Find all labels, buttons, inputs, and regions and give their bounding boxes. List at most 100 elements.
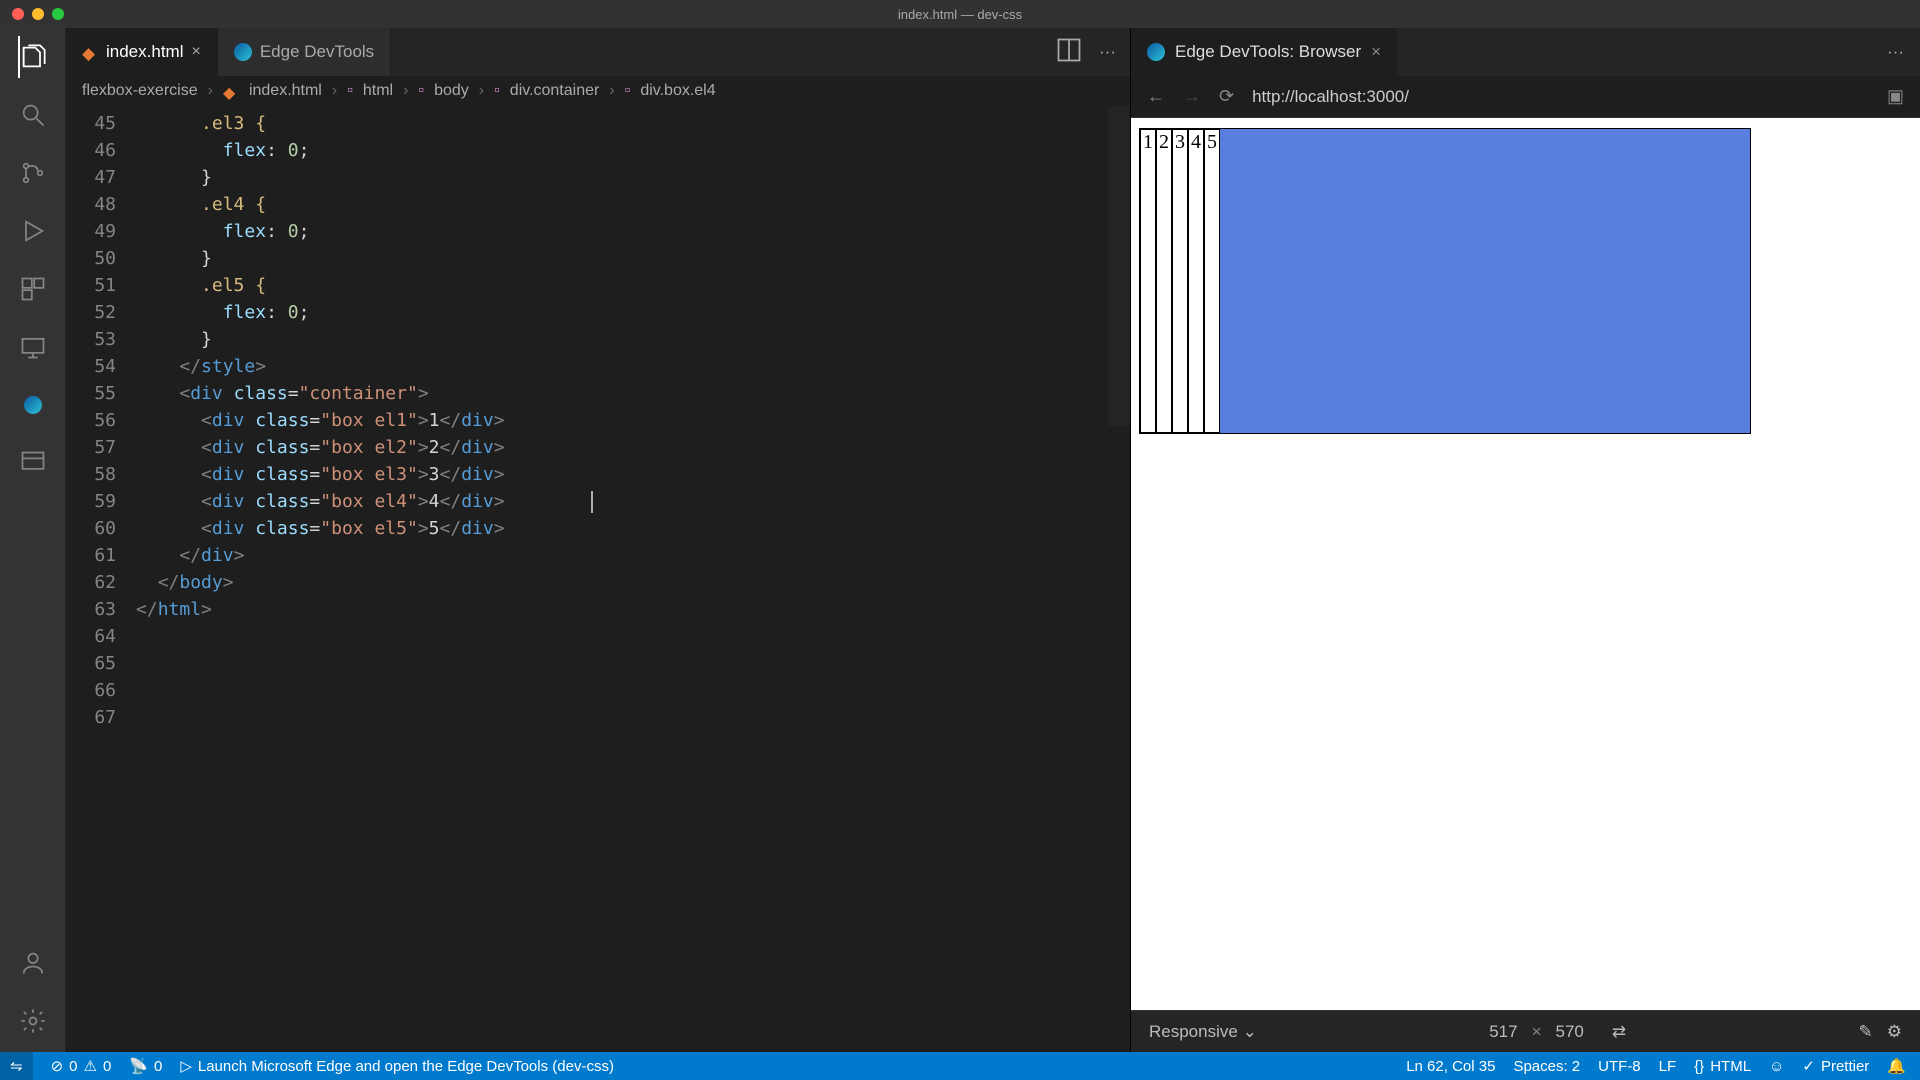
close-window-button[interactable] [12,8,24,20]
cursor-position[interactable]: Ln 62, Col 35 [1406,1058,1495,1075]
encoding[interactable]: UTF-8 [1598,1058,1641,1075]
tag-icon: ▫ [494,82,500,100]
flex-box: 1 [1140,129,1156,433]
viewport-height-input[interactable]: 570 [1556,1022,1584,1042]
tab-edge-devtools[interactable]: Edge DevTools [218,28,391,76]
problems-indicator[interactable]: ⊘0 ⚠0 [51,1057,112,1075]
chevron-right-icon: › [208,82,213,100]
breadcrumb-file[interactable]: index.html [249,82,322,100]
activity-bar [0,28,66,1052]
warning-count: 0 [103,1058,111,1075]
close-tab-icon[interactable]: × [191,43,200,61]
remote-explorer-icon[interactable] [18,332,48,362]
chevron-right-icon: › [403,82,408,100]
flex-box: 4 [1188,129,1204,433]
breadcrumb-project[interactable]: flexbox-exercise [82,82,198,100]
window-title: index.html — dev-css [898,7,1022,22]
launch-label: Launch Microsoft Edge and open the Edge … [198,1058,614,1075]
more-actions-icon[interactable]: ··· [1099,42,1116,62]
breadcrumb-node[interactable]: div.container [510,82,600,100]
chevron-right-icon: › [332,82,337,100]
edge-icon [234,43,252,61]
flex-box: 5 [1204,129,1220,433]
run-debug-icon[interactable] [18,216,48,246]
explorer-icon[interactable] [18,42,48,72]
device-toolbar: Responsive ⌄ 517 × 570 ⇄ ✎ ⚙ [1131,1010,1920,1052]
more-actions-icon[interactable]: ··· [1887,42,1904,62]
breadcrumb-node[interactable]: body [434,82,469,100]
port-count: 0 [154,1058,162,1075]
status-bar: ⇋ ⊘0 ⚠0 📡0 ▷ Launch Microsoft Edge and o… [0,1052,1920,1080]
times-icon: × [1532,1022,1542,1042]
flex-box: 2 [1156,129,1172,433]
editor-tabs: ◆ index.html × Edge DevTools ··· [66,28,1130,76]
editor-actions: ··· [1041,28,1130,76]
tab-label: Edge DevTools [260,42,374,62]
extensions-icon[interactable] [18,274,48,304]
url-input[interactable]: http://localhost:3000/ [1252,87,1869,107]
check-icon: ✓ [1802,1057,1815,1075]
html-file-icon: ◆ [223,83,239,99]
launch-task[interactable]: ▷ Launch Microsoft Edge and open the Edg… [180,1057,614,1075]
back-icon[interactable]: ← [1147,86,1165,107]
search-icon[interactable] [18,100,48,130]
viewport-width-input[interactable]: 517 [1489,1022,1517,1042]
play-icon: ▷ [180,1057,192,1075]
breadcrumbs[interactable]: flexbox-exercise › ◆ index.html › ▫ html… [66,76,1130,106]
edge-icon [1147,43,1165,61]
line-gutter: 4546474849505152535455565758596061626364… [66,106,136,1052]
source-control-icon[interactable] [18,158,48,188]
split-editor-icon[interactable] [1055,36,1083,69]
prettier-status[interactable]: ✓ Prettier [1802,1057,1869,1075]
remote-indicator[interactable]: ⇋ [0,1052,33,1080]
notifications-icon[interactable]: 🔔 [1887,1057,1906,1075]
reload-icon[interactable]: ⟳ [1219,86,1234,107]
code-content[interactable]: .el3 { flex: 0; } .el4 { flex: 0; } .el5… [136,106,1130,1052]
browser-toolbar: ← → ⟳ http://localhost:3000/ ▣ [1131,76,1920,118]
tab-label: Edge DevTools: Browser [1175,42,1361,62]
browser-preview[interactable]: 1 2 3 4 5 [1131,118,1920,1010]
chevron-down-icon: ⌄ [1243,1022,1257,1041]
tab-devtools-browser[interactable]: Edge DevTools: Browser × [1131,28,1397,76]
devtools-tab-actions: ··· [1871,28,1920,76]
copilot-icon[interactable]: ☺ [1769,1058,1784,1075]
tab-index-html[interactable]: ◆ index.html × [66,28,218,76]
edge-tools-icon[interactable] [18,390,48,420]
indentation[interactable]: Spaces: 2 [1513,1058,1580,1075]
ports-indicator[interactable]: 📡0 [129,1057,162,1075]
preview-viewport: 1 2 3 4 5 [1139,128,1751,434]
settings-gear-icon[interactable] [18,1006,48,1036]
devtools-tabs: Edge DevTools: Browser × ··· [1131,28,1920,76]
screenshot-icon[interactable]: ✎ [1859,1022,1873,1042]
html-file-icon: ◆ [82,44,98,60]
close-tab-icon[interactable]: × [1371,42,1381,62]
titlebar: index.html — dev-css [0,0,1920,28]
tag-icon: ▫ [418,82,424,100]
flex-container: 1 2 3 4 5 [1139,128,1751,434]
minimap[interactable] [1108,106,1130,426]
chevron-right-icon: › [609,82,614,100]
fullscreen-window-button[interactable] [52,8,64,20]
rotate-icon[interactable]: ⇄ [1612,1022,1626,1042]
main-layout: ◆ index.html × Edge DevTools ··· flexbox… [0,28,1920,1052]
braces-icon: {} [1694,1058,1704,1075]
language-mode[interactable]: {} HTML [1694,1058,1751,1075]
device-label: Responsive [1149,1022,1238,1041]
device-select[interactable]: Responsive ⌄ [1149,1022,1257,1042]
error-count: 0 [69,1058,77,1075]
tag-icon: ▫ [625,82,631,100]
tag-icon: ▫ [347,82,353,100]
forward-icon[interactable]: → [1183,86,1201,107]
accounts-icon[interactable] [18,948,48,978]
breadcrumb-node[interactable]: html [363,82,393,100]
eol[interactable]: LF [1659,1058,1677,1075]
window-controls [12,8,64,20]
live-preview-icon[interactable] [18,448,48,478]
language-label: HTML [1710,1058,1751,1075]
breadcrumb-node[interactable]: div.box.el4 [640,82,715,100]
minimize-window-button[interactable] [32,8,44,20]
warning-icon: ⚠ [84,1057,97,1075]
code-editor[interactable]: 4546474849505152535455565758596061626364… [66,106,1130,1052]
inspect-icon[interactable]: ▣ [1887,86,1904,107]
settings-icon[interactable]: ⚙ [1887,1022,1902,1042]
